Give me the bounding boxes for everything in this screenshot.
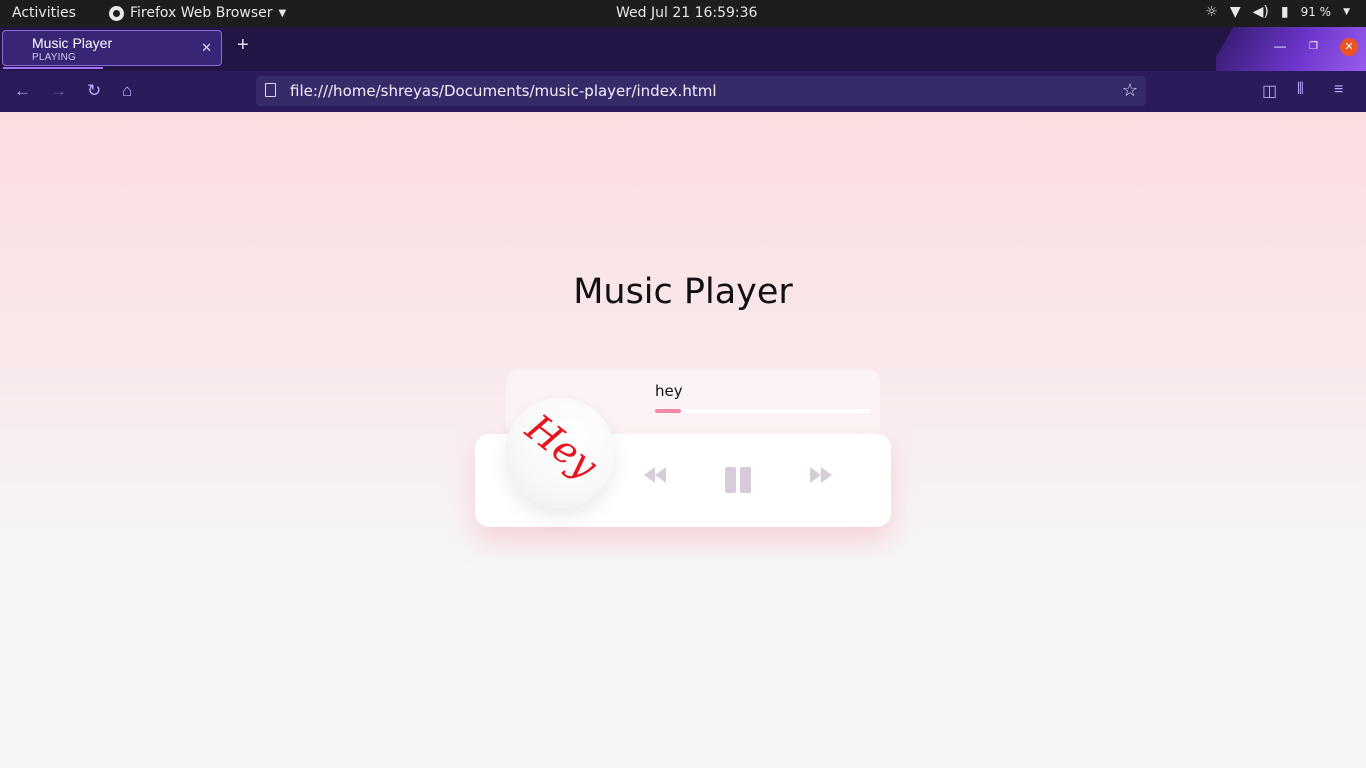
tab-close-icon[interactable]: ✕	[201, 40, 212, 56]
progress-bar[interactable]	[655, 409, 870, 413]
battery-icon: ▮	[1280, 4, 1289, 20]
tab-title: Music Player	[32, 35, 113, 51]
tab-indicator	[3, 67, 103, 69]
rewind-icon	[644, 467, 666, 483]
maximize-button[interactable]: ❐	[1309, 41, 1318, 52]
url-bar[interactable]: file:///home/shreyas/Documents/music-pla…	[256, 76, 1146, 106]
pocket-icon[interactable]: ◫	[1262, 81, 1277, 101]
pause-icon	[725, 467, 751, 493]
volume-icon: ◀)	[1252, 4, 1269, 20]
bookmark-star-icon[interactable]: ☆	[1122, 80, 1138, 101]
home-button[interactable]: ⌂	[122, 81, 132, 101]
nav-bar: ← → ↻ ⌂ file:///home/shreyas/Documents/m…	[0, 71, 1366, 112]
chevron-down-icon: ▼	[1343, 7, 1350, 17]
chevron-down-icon: ▼	[278, 7, 287, 19]
album-art-image: Hey	[517, 405, 606, 488]
fast-forward-icon	[810, 467, 832, 483]
album-art-lettering: Hey	[517, 405, 606, 488]
night-light-icon: ☼	[1205, 4, 1218, 20]
reload-button[interactable]: ↻	[87, 81, 101, 101]
close-window-button[interactable]: ✕	[1340, 38, 1358, 56]
progress-fill	[655, 409, 681, 413]
pause-button[interactable]	[724, 466, 752, 499]
tab-music-player[interactable]: Music Player PLAYING ✕	[2, 30, 222, 69]
clock[interactable]: Wed Jul 21 16:59:36	[616, 5, 757, 21]
page-title: Music Player	[573, 272, 793, 312]
battery-percent: 91 %	[1300, 5, 1332, 19]
new-tab-button[interactable]: +	[237, 35, 249, 55]
app-menu-label: Firefox Web Browser	[130, 5, 273, 21]
library-icon[interactable]: ⫴	[1297, 81, 1304, 99]
back-button[interactable]: ←	[14, 81, 31, 101]
next-button[interactable]	[810, 467, 832, 488]
page-content: Music Player hey Hey	[0, 112, 1366, 768]
tab-strip: Music Player PLAYING ✕ + — ❐ ✕	[0, 27, 1366, 71]
firefox-icon	[109, 5, 124, 21]
prev-button[interactable]	[644, 467, 666, 488]
url-text[interactable]: file:///home/shreyas/Documents/music-pla…	[290, 82, 716, 100]
wifi-icon: ▼	[1229, 4, 1241, 20]
tab-playing-label: PLAYING	[32, 52, 77, 63]
album-art: Hey	[505, 398, 615, 508]
activities-button[interactable]: Activities	[12, 5, 76, 21]
track-name: hey	[655, 382, 683, 400]
minimize-button[interactable]: —	[1274, 39, 1286, 53]
page-icon	[265, 83, 276, 97]
hamburger-menu-icon[interactable]: ≡	[1334, 81, 1343, 99]
app-menu[interactable]: Firefox Web Browser ▼	[109, 5, 286, 21]
forward-button[interactable]: →	[50, 81, 67, 101]
system-top-bar: Activities Firefox Web Browser ▼ Wed Jul…	[0, 0, 1366, 27]
system-tray[interactable]: ☼ ▼ ◀) ▮ 91 % ▼	[1205, 5, 1350, 19]
